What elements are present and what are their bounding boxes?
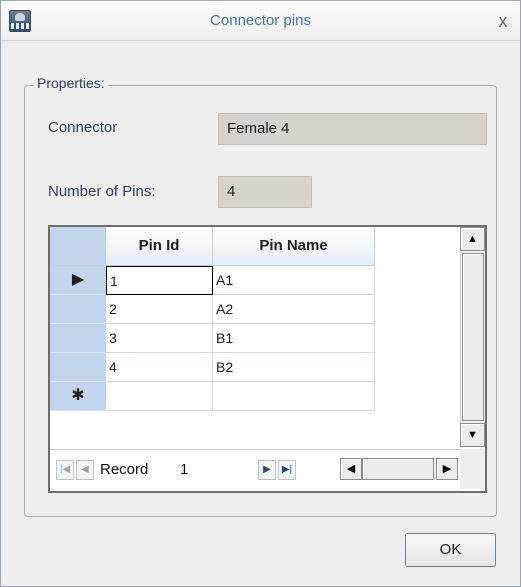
window-title: Connector pins bbox=[210, 12, 311, 29]
number-of-pins-label: Number of Pins: bbox=[48, 183, 156, 200]
new-row-indicator-icon[interactable]: ✱ bbox=[50, 382, 106, 411]
connector-pins-dialog: Connector pins x Properties: Connector F… bbox=[0, 0, 521, 587]
cell-new-pin-name[interactable] bbox=[213, 382, 375, 411]
horizontal-scrollbar[interactable]: ◀ ▶ bbox=[340, 458, 458, 480]
cell-pin-id[interactable]: 2 bbox=[106, 295, 213, 324]
number-of-pins-field[interactable]: 4 bbox=[218, 176, 312, 208]
scrollbar-corner bbox=[460, 449, 485, 489]
row-selector[interactable] bbox=[50, 353, 106, 382]
title-bar[interactable]: Connector pins x bbox=[1, 1, 520, 41]
column-header-pin-name[interactable]: Pin Name bbox=[213, 227, 375, 266]
last-record-icon[interactable]: ▶| bbox=[278, 460, 296, 480]
scroll-down-icon[interactable]: ▼ bbox=[460, 423, 485, 447]
connector-field[interactable]: Female 4 bbox=[218, 113, 487, 145]
record-label: Record bbox=[100, 461, 149, 478]
cell-pin-name[interactable]: A1 bbox=[213, 266, 375, 295]
cell-pin-name[interactable]: B1 bbox=[213, 324, 375, 353]
connector-label: Connector bbox=[48, 119, 118, 136]
record-number-field[interactable]: 1 bbox=[180, 460, 188, 480]
next-record-icon[interactable]: ▶ bbox=[258, 460, 276, 480]
column-header-pin-id[interactable]: Pin Id bbox=[106, 227, 213, 266]
close-button[interactable]: x bbox=[491, 9, 515, 33]
properties-legend: Properties: bbox=[34, 75, 108, 91]
row-selector[interactable] bbox=[50, 295, 106, 324]
row-selector[interactable] bbox=[50, 324, 106, 353]
vertical-scrollbar[interactable]: ▲ ▼ bbox=[460, 227, 485, 447]
vertical-scroll-thumb[interactable] bbox=[462, 253, 484, 421]
cell-pin-id[interactable]: 4 bbox=[106, 353, 213, 382]
scroll-right-icon[interactable]: ▶ bbox=[436, 458, 458, 480]
scroll-left-icon[interactable]: ◀ bbox=[340, 458, 362, 480]
cell-pin-id[interactable]: 1 bbox=[106, 266, 213, 295]
cell-pin-id[interactable]: 3 bbox=[106, 324, 213, 353]
cell-new-pin-id[interactable] bbox=[106, 382, 213, 411]
grid-corner-header[interactable] bbox=[50, 227, 106, 266]
cell-pin-name[interactable]: B2 bbox=[213, 353, 375, 382]
scroll-up-icon[interactable]: ▲ bbox=[460, 227, 485, 251]
previous-record-icon[interactable]: ◀ bbox=[76, 460, 94, 480]
first-record-icon[interactable]: |◀ bbox=[56, 460, 74, 480]
cell-pin-name[interactable]: A2 bbox=[213, 295, 375, 324]
horizontal-scroll-thumb[interactable] bbox=[362, 458, 434, 480]
current-row-indicator-icon[interactable]: ▶ bbox=[50, 266, 106, 295]
grid-body: Pin Id Pin Name ▶ 1 A1 2 A2 3 B1 4 B2 ✱ bbox=[50, 227, 460, 447]
pins-grid[interactable]: Pin Id Pin Name ▶ 1 A1 2 A2 3 B1 4 B2 ✱ … bbox=[48, 225, 487, 493]
ok-button[interactable]: OK bbox=[405, 533, 496, 567]
